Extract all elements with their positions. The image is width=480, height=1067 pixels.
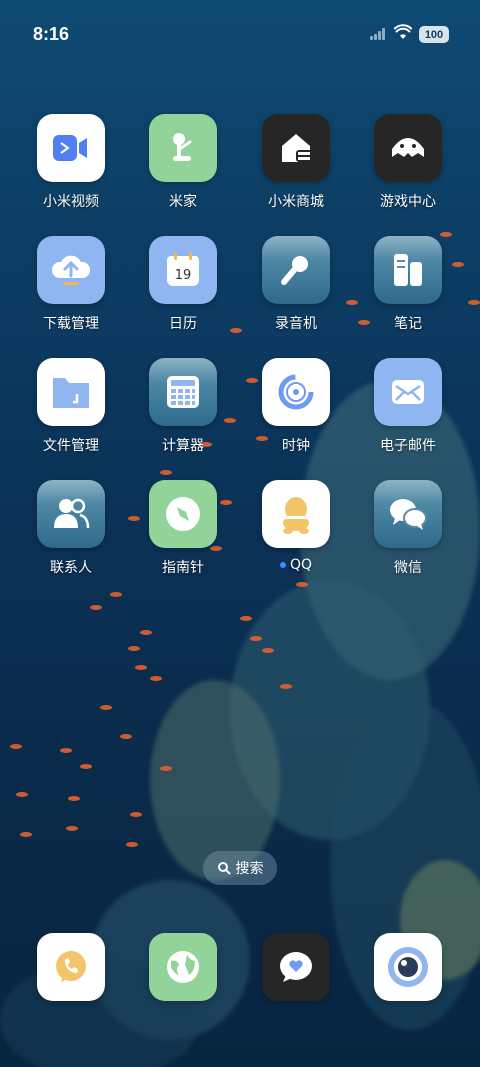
- dock-phone[interactable]: [21, 933, 121, 1001]
- video-icon: [37, 114, 105, 182]
- app-label: 笔记: [394, 316, 422, 332]
- app-label: 日历: [169, 316, 197, 332]
- camera-icon: [374, 933, 442, 1001]
- search-label: 搜索: [235, 861, 264, 877]
- search-icon: [217, 862, 230, 875]
- app-label: 录音机: [275, 316, 317, 332]
- app-label: 联系人: [50, 560, 92, 576]
- wifi-icon: [394, 24, 412, 39]
- download-cloud-icon: [37, 236, 105, 304]
- cellular-signal-icon: [370, 28, 386, 40]
- app-compass[interactable]: 指南针: [133, 480, 233, 577]
- battery-level: 100: [424, 28, 444, 41]
- messages-icon: [262, 933, 330, 1001]
- notes-icon: [374, 236, 442, 304]
- status-time: 8:16: [33, 24, 70, 44]
- app-qq[interactable]: QQ: [246, 480, 346, 573]
- app-label: 下载管理: [43, 316, 99, 332]
- microphone-icon: [262, 236, 330, 304]
- app-mi-home[interactable]: 米家: [133, 114, 233, 211]
- app-notes[interactable]: 笔记: [358, 236, 458, 333]
- app-label: 电子邮件: [380, 438, 436, 454]
- calendar-day: 19: [175, 268, 192, 283]
- contacts-icon: [37, 480, 105, 548]
- app-label: 米家: [169, 194, 197, 210]
- app-label: 时钟: [282, 438, 310, 454]
- search-button[interactable]: 搜索: [203, 851, 277, 885]
- app-label: 小米商城: [268, 194, 324, 210]
- app-wechat[interactable]: 微信: [358, 480, 458, 577]
- qq-penguin-icon: [262, 480, 330, 548]
- dock-browser[interactable]: [133, 933, 233, 1001]
- calendar-icon: 19: [149, 236, 217, 304]
- app-label: 小米视频: [43, 194, 99, 210]
- app-label: QQ: [279, 557, 313, 573]
- new-install-dot: [279, 562, 286, 568]
- browser-globe-icon: [149, 933, 217, 1001]
- phone-icon: [37, 933, 105, 1001]
- app-label: 游戏中心: [380, 194, 436, 210]
- wechat-icon: [374, 480, 442, 548]
- dock-messages[interactable]: [246, 933, 346, 1001]
- shop-icon: [262, 114, 330, 182]
- app-download-manager[interactable]: 下载管理: [21, 236, 121, 333]
- app-contacts[interactable]: 联系人: [21, 480, 121, 577]
- app-label: 文件管理: [43, 438, 99, 454]
- app-mi-video[interactable]: 小米视频: [21, 114, 121, 211]
- app-mi-mall[interactable]: 小米商城: [246, 114, 346, 211]
- app-recorder[interactable]: 录音机: [246, 236, 346, 333]
- app-calendar[interactable]: 19 日历: [133, 236, 233, 333]
- app-game-center[interactable]: 游戏中心: [358, 114, 458, 211]
- app-label: 计算器: [162, 438, 204, 454]
- app-label-text: QQ: [289, 557, 313, 573]
- mail-icon: [374, 358, 442, 426]
- home-lamp-icon: [149, 114, 217, 182]
- status-bar: 8:16 100: [0, 0, 480, 64]
- app-clock[interactable]: 时钟: [246, 358, 346, 455]
- app-label: 指南针: [162, 560, 204, 576]
- app-calculator[interactable]: 计算器: [133, 358, 233, 455]
- app-label: 微信: [394, 560, 422, 576]
- clock-icon: [262, 358, 330, 426]
- app-email[interactable]: 电子邮件: [358, 358, 458, 455]
- battery-indicator: 100: [419, 26, 449, 43]
- app-file-manager[interactable]: 文件管理: [21, 358, 121, 455]
- calculator-icon: [149, 358, 217, 426]
- dock-camera[interactable]: [358, 933, 458, 1001]
- folder-icon: [37, 358, 105, 426]
- game-center-icon: [374, 114, 442, 182]
- compass-icon: [149, 480, 217, 548]
